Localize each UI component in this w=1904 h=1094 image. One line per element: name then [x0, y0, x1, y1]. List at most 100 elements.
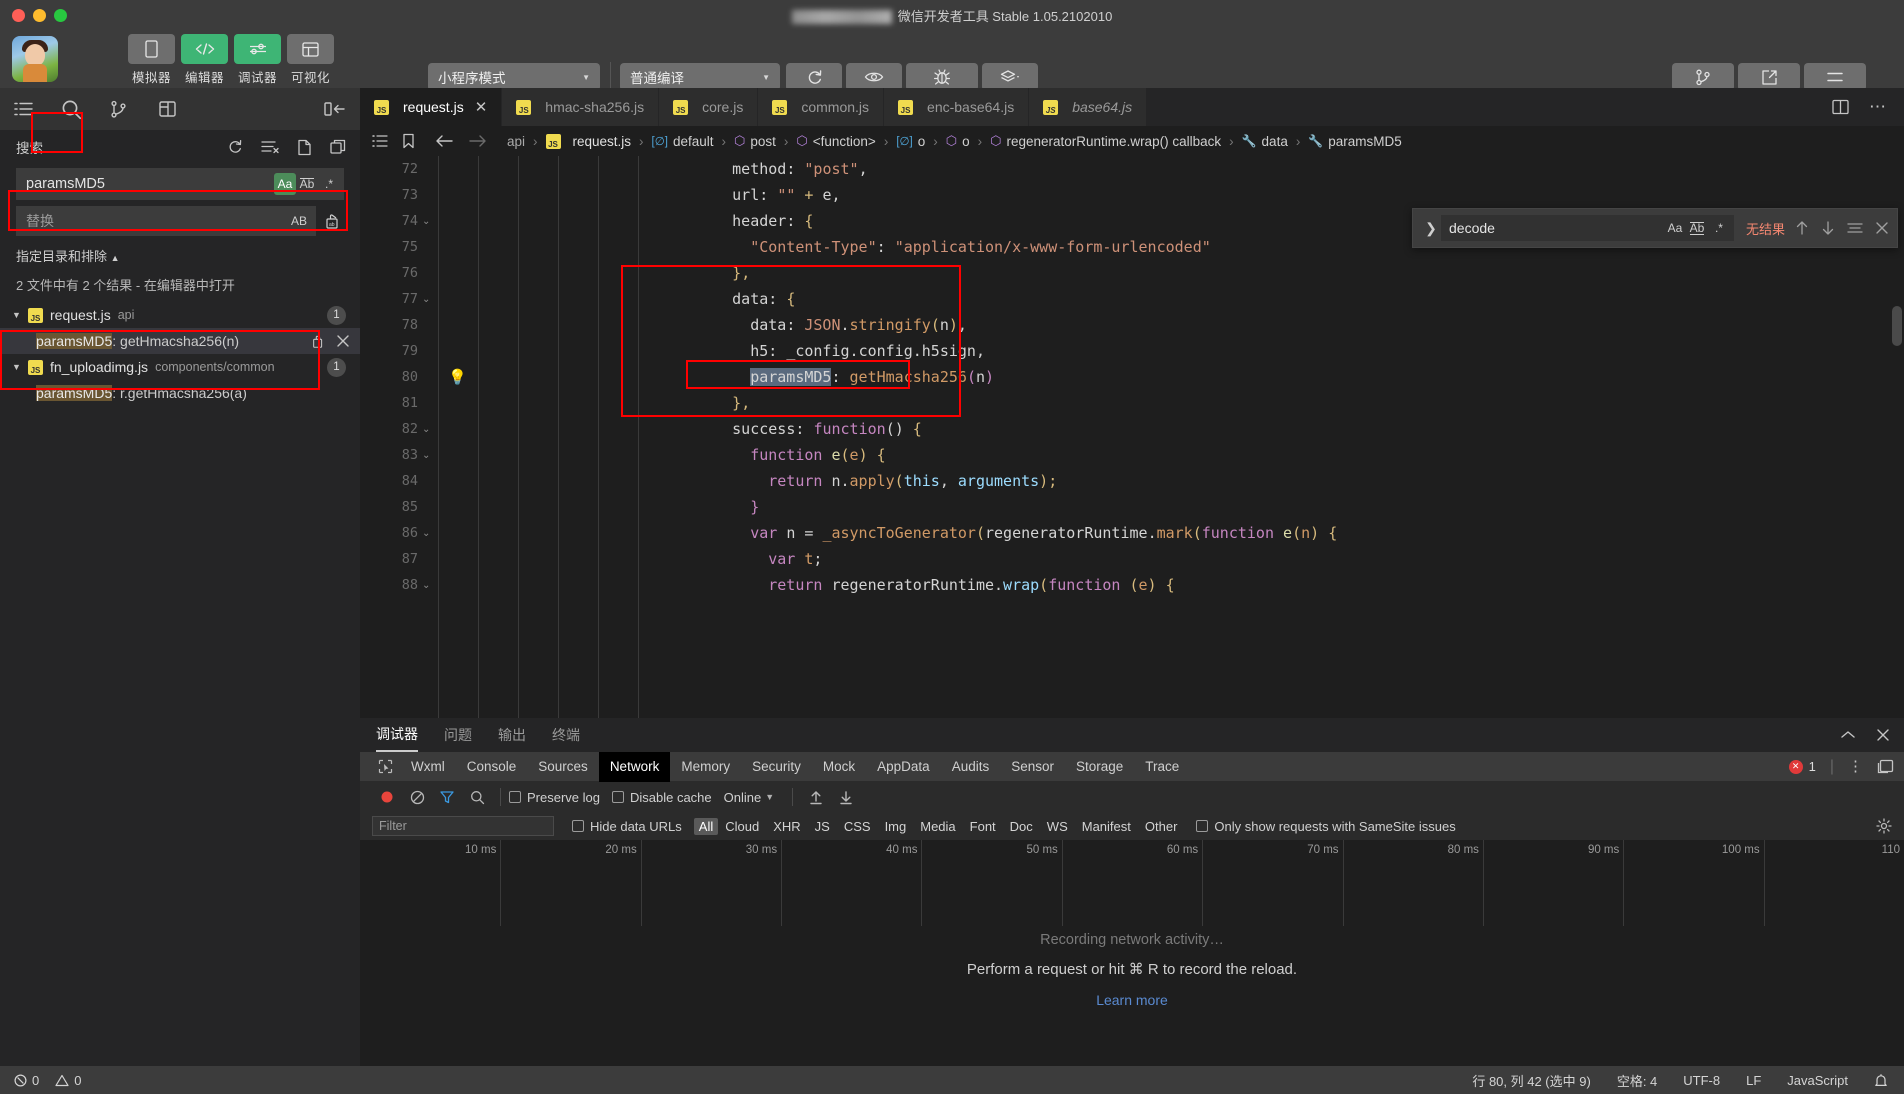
preserve-log-checkbox[interactable]: Preserve log	[509, 790, 600, 805]
panel-tab-storage[interactable]: Storage	[1065, 752, 1134, 782]
tab-hmac-sha256-js[interactable]: JS hmac-sha256.js	[502, 88, 660, 126]
more-actions-icon[interactable]: ⋯	[1869, 98, 1886, 115]
warning-status[interactable]: 0	[55, 1073, 81, 1088]
panel-tab-memory[interactable]: Memory	[670, 752, 741, 782]
throttling-select[interactable]: Online	[724, 790, 762, 805]
breadcrumb-item-o-2[interactable]: ⬡ o	[946, 133, 970, 149]
split-editor-icon[interactable]	[1832, 99, 1849, 115]
preserve-case-toggle[interactable]: AB	[288, 210, 310, 232]
code-line[interactable]: 81},	[360, 390, 1904, 416]
chevron-down-icon[interactable]: ▼	[765, 792, 774, 802]
learn-more-link[interactable]: Learn more	[360, 992, 1904, 1008]
next-match-icon[interactable]	[1821, 220, 1835, 236]
code-line[interactable]: 82 ⌄ success: function() {	[360, 416, 1904, 442]
find-use-regex-toggle[interactable]: .*	[1708, 217, 1730, 239]
find-input[interactable]	[1449, 220, 1664, 236]
breadcrumb-item-api[interactable]: api	[507, 134, 525, 149]
tab-base64-js[interactable]: JS base64.js	[1029, 88, 1148, 126]
toggle-simulator[interactable]: 模拟器	[128, 34, 175, 86]
match-whole-word-toggle[interactable]: Ab	[296, 173, 318, 195]
filter-type-font[interactable]: Font	[963, 819, 1003, 834]
error-status[interactable]: 0	[14, 1073, 39, 1088]
find-widget[interactable]: ❯ Aa Ab .* 无结果	[1412, 208, 1898, 248]
error-count-badge[interactable]: ✕ 1	[1788, 759, 1816, 774]
new-search-icon[interactable]	[297, 139, 312, 156]
compile-type-select[interactable]: 普通编译 ▼	[620, 63, 780, 91]
outline-icon[interactable]	[372, 134, 388, 148]
toggle-replace-icon[interactable]: ❯	[1421, 220, 1441, 237]
code-line[interactable]: 83 ⌄ function e(e) {	[360, 442, 1904, 468]
tab-problems[interactable]: 问题	[444, 718, 472, 752]
language-mode[interactable]: JavaScript	[1787, 1073, 1848, 1088]
collapse-all-icon[interactable]	[330, 139, 346, 156]
code-line[interactable]: 79 h5: _config.config.h5sign,	[360, 338, 1904, 364]
panel-tab-wxml[interactable]: Wxml	[400, 752, 456, 782]
panel-tab-mock[interactable]: Mock	[812, 752, 866, 782]
code-content[interactable]: 72 method: "post", 73 url: "" + e, 74 ⌄ header…	[360, 156, 1904, 718]
code-line[interactable]: 72 method: "post",	[360, 156, 1904, 182]
collapse-panel-icon[interactable]	[1840, 729, 1856, 741]
clear-results-icon[interactable]	[261, 139, 279, 156]
find-input-container[interactable]: Aa Ab .*	[1441, 215, 1734, 241]
close-panel-icon[interactable]	[1876, 728, 1890, 742]
panel-tab-security[interactable]: Security	[741, 752, 812, 782]
tab-debugger[interactable]: 调试器	[376, 718, 418, 752]
quick-fix-lightbulb-icon[interactable]: 💡	[448, 368, 467, 386]
line-ending[interactable]: LF	[1746, 1073, 1761, 1088]
breadcrumb-item-paramsmd5[interactable]: 🔧 paramsMD5	[1308, 134, 1401, 149]
bell-icon[interactable]	[1874, 1073, 1888, 1088]
breadcrumb-item-default[interactable]: [∅] default	[652, 134, 714, 149]
filter-input[interactable]	[379, 819, 553, 833]
inspect-element-icon[interactable]	[370, 759, 400, 774]
include-exclude-toggle[interactable]: 指定目录和排除 ▲	[16, 246, 360, 265]
code-line[interactable]: 88 ⌄ return regeneratorRuntime.wrap(functi…	[360, 572, 1904, 598]
breadcrumb-item-function[interactable]: ⬡ <function>	[796, 133, 875, 149]
collapse-sidebar-icon[interactable]	[322, 97, 348, 121]
toggle-visualizer[interactable]: 可视化	[287, 34, 334, 86]
disable-cache-checkbox[interactable]: Disable cache	[611, 790, 712, 805]
hide-data-urls-checkbox[interactable]: Hide data URLs	[572, 819, 682, 834]
breadcrumb-item-post[interactable]: ⬡ post	[734, 133, 776, 149]
filter-type-ws[interactable]: WS	[1040, 819, 1075, 834]
filter-type-media[interactable]: Media	[913, 819, 962, 834]
fold-chevron-icon[interactable]: ⌄	[422, 528, 430, 539]
tab-terminal[interactable]: 终端	[552, 718, 580, 752]
code-line[interactable]: 84 return n.apply(this, arguments);	[360, 468, 1904, 494]
match-case-toggle[interactable]: Aa	[274, 173, 296, 195]
panel-tab-sensor[interactable]: Sensor	[1000, 752, 1065, 782]
chevron-down-icon[interactable]: ▼	[12, 310, 28, 320]
panel-tab-trace[interactable]: Trace	[1134, 752, 1190, 782]
code-line[interactable]: 77 ⌄ data: {	[360, 286, 1904, 312]
code-line[interactable]: 85}	[360, 494, 1904, 520]
filter-type-other[interactable]: Other	[1138, 819, 1185, 834]
filter-type-js[interactable]: JS	[808, 819, 837, 834]
code-line[interactable]: 87 var t;	[360, 546, 1904, 572]
chevron-down-icon[interactable]: ▼	[12, 362, 28, 372]
breadcrumb-item-wrap-callback[interactable]: ⬡ regeneratorRuntime.wrap() callback	[990, 133, 1221, 149]
breadcrumb-item-o-1[interactable]: [∅] o	[896, 134, 925, 149]
panel-tab-console[interactable]: Console	[456, 752, 528, 782]
result-file-row[interactable]: ▼ JS fn_uploadimg.js components/common 1	[0, 354, 360, 380]
find-match-case-toggle[interactable]: Aa	[1664, 217, 1686, 239]
search-icon[interactable]	[58, 97, 84, 121]
navigate-forward-icon[interactable]	[468, 134, 487, 148]
search-input-container[interactable]: Aa Ab .*	[16, 168, 344, 200]
close-tab-icon[interactable]: ✕	[475, 98, 488, 116]
fold-chevron-icon[interactable]: ⌄	[422, 424, 430, 435]
record-icon[interactable]	[372, 790, 402, 804]
bookmark-icon[interactable]	[402, 133, 415, 149]
breadcrumb-item-data[interactable]: 🔧 data	[1242, 134, 1288, 149]
use-regex-toggle[interactable]: .*	[318, 173, 340, 195]
filter-icon[interactable]	[432, 790, 462, 804]
search-icon[interactable]	[462, 790, 492, 805]
tab-output[interactable]: 输出	[498, 718, 526, 752]
filter-type-xhr[interactable]: XHR	[766, 819, 807, 834]
replace-match-icon[interactable]	[311, 334, 326, 349]
clear-icon[interactable]	[402, 790, 432, 805]
dock-position-icon[interactable]	[1877, 759, 1894, 774]
indentation[interactable]: 空格: 4	[1617, 1071, 1657, 1090]
code-line[interactable]: 73 url: "" + e,	[360, 182, 1904, 208]
filter-type-doc[interactable]: Doc	[1003, 819, 1040, 834]
fold-chevron-icon[interactable]: ⌄	[422, 450, 430, 461]
code-line[interactable]: 76},	[360, 260, 1904, 286]
